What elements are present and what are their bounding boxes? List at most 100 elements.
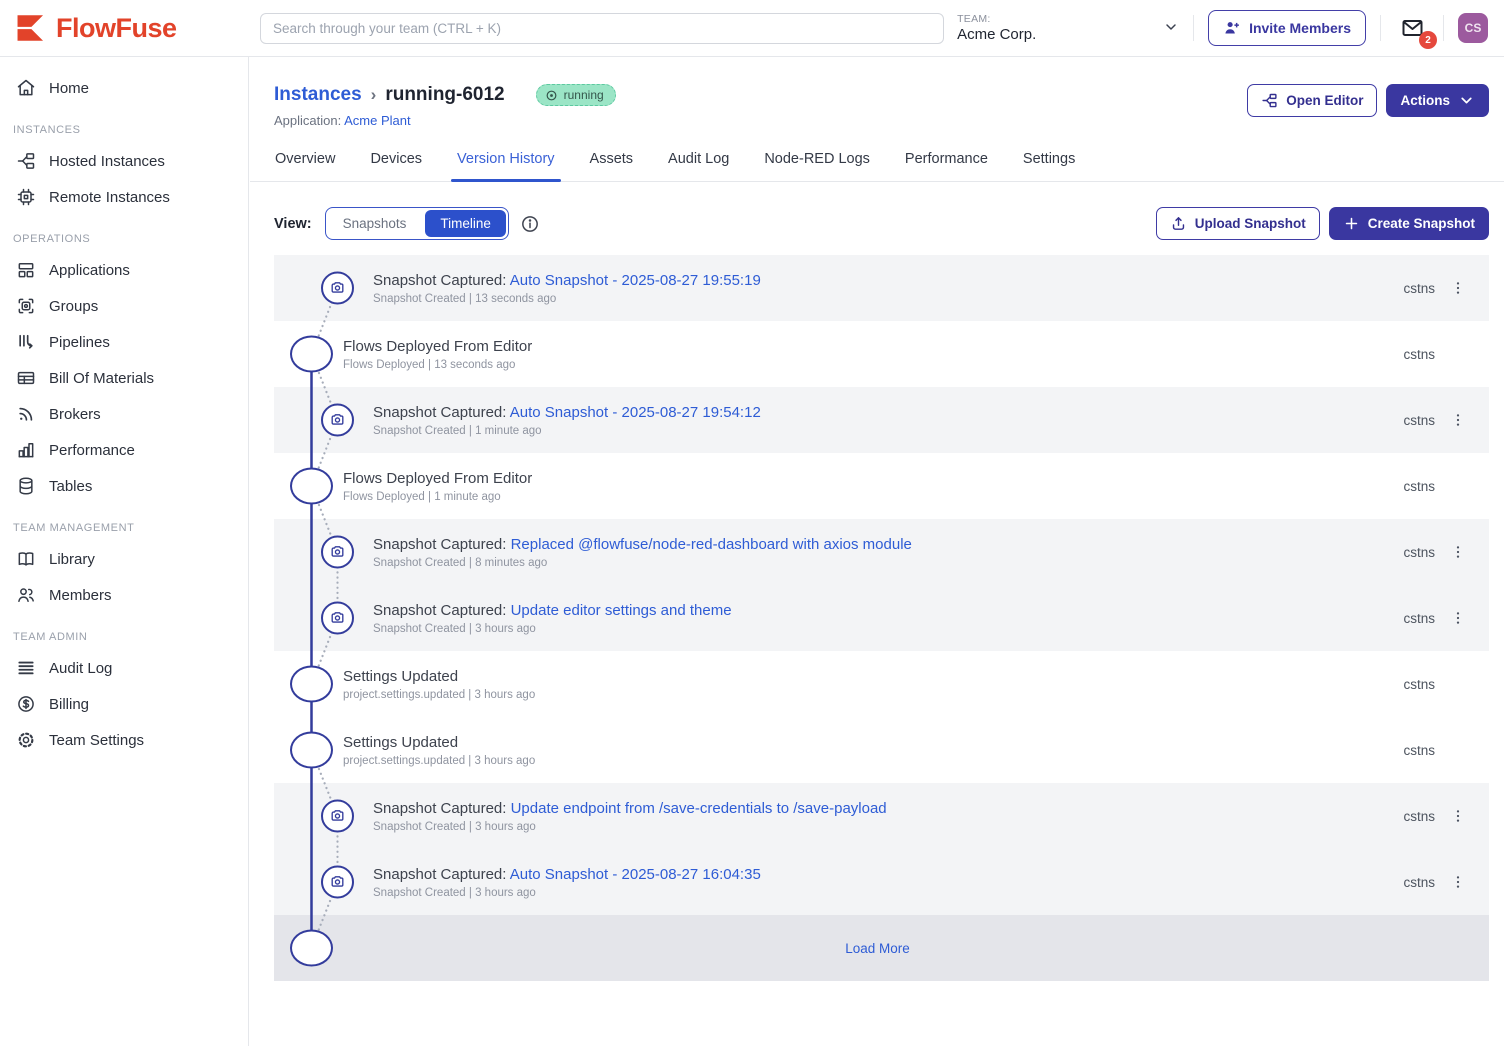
invite-members-button[interactable]: Invite Members	[1208, 10, 1366, 46]
sidebar-item-performance[interactable]: Performance	[0, 432, 248, 468]
sidebar-item-label: Home	[49, 80, 89, 97]
kebab-menu-icon[interactable]	[1435, 808, 1481, 824]
flowfuse-logo[interactable]: FlowFuse	[14, 11, 246, 45]
sidebar-item-team-settings[interactable]: Team Settings	[0, 722, 248, 758]
view-toggle: Snapshots Timeline	[325, 207, 509, 240]
timeline-row: Snapshot Captured: Auto Snapshot - 2025-…	[274, 255, 1489, 321]
kebab-menu-icon[interactable]	[1435, 874, 1481, 890]
team-selector[interactable]: TEAM: Acme Corp.	[957, 13, 1179, 43]
snapshot-link[interactable]: Update endpoint from /save-credentials t…	[511, 800, 887, 817]
sidebar-section-header: TEAM ADMIN	[0, 613, 248, 650]
notifications-button[interactable]: 2	[1395, 13, 1429, 43]
load-more-link[interactable]: Load More	[845, 941, 910, 956]
timeline-row: Snapshot Captured: Update endpoint from …	[274, 783, 1489, 849]
sidebar-item-label: Applications	[49, 262, 130, 279]
tab-overview[interactable]: Overview	[274, 149, 336, 181]
sidebar-item-label: Library	[49, 551, 95, 568]
timeline-table: Snapshot Captured: Auto Snapshot - 2025-…	[274, 255, 1489, 981]
tab-performance[interactable]: Performance	[904, 149, 989, 181]
team-name: Acme Corp.	[957, 26, 1036, 43]
sidebar-item-home[interactable]: Home	[0, 70, 248, 106]
sidebar-item-label: Hosted Instances	[49, 153, 165, 170]
tab-assets[interactable]: Assets	[589, 149, 635, 181]
upload-snapshot-button[interactable]: Upload Snapshot	[1156, 207, 1320, 240]
toggle-snapshots[interactable]: Snapshots	[328, 210, 422, 237]
notification-badge: 2	[1419, 31, 1437, 49]
snapshot-link[interactable]: Replaced @flowfuse/node-red-dashboard wi…	[511, 536, 912, 553]
timeline-row: Snapshot Captured: Update editor setting…	[274, 585, 1489, 651]
toggle-timeline[interactable]: Timeline	[425, 210, 506, 237]
event-meta: Snapshot Created | 1 minute ago	[373, 425, 761, 437]
brokers-icon	[16, 404, 36, 424]
sidebar-item-applications[interactable]: Applications	[0, 252, 248, 288]
sidebar-item-pipelines[interactable]: Pipelines	[0, 324, 248, 360]
running-status-icon	[545, 89, 558, 102]
sidebar-item-label: Billing	[49, 696, 89, 713]
event-user: cstns	[1403, 281, 1435, 296]
sidebar-item-billing[interactable]: Billing	[0, 686, 248, 722]
sidebar-item-label: Brokers	[49, 406, 101, 423]
billing-icon	[16, 694, 36, 714]
sidebar-item-label: Members	[49, 587, 112, 604]
performance-icon	[16, 440, 36, 460]
tab-settings[interactable]: Settings	[1022, 149, 1076, 181]
create-snapshot-button[interactable]: Create Snapshot	[1329, 207, 1489, 240]
snapshot-link[interactable]: Auto Snapshot - 2025-08-27 19:55:19	[510, 272, 761, 289]
event-title: Snapshot Captured:	[373, 536, 511, 553]
kebab-menu-icon[interactable]	[1435, 544, 1481, 560]
sidebar-item-brokers[interactable]: Brokers	[0, 396, 248, 432]
sidebar-item-bill-of-materials[interactable]: Bill Of Materials	[0, 360, 248, 396]
kebab-menu-icon[interactable]	[1435, 610, 1481, 626]
info-icon[interactable]	[520, 214, 540, 234]
plus-icon	[1343, 215, 1360, 232]
user-plus-icon	[1223, 19, 1241, 37]
top-bar: FlowFuse TEAM: Acme Corp. Invite Members	[0, 0, 1504, 57]
sidebar-item-label: Performance	[49, 442, 135, 459]
applications-icon	[16, 260, 36, 280]
event-user: cstns	[1403, 875, 1435, 890]
team-label: TEAM:	[957, 13, 1036, 25]
event-user: cstns	[1403, 677, 1435, 692]
tab-node-red-logs[interactable]: Node-RED Logs	[763, 149, 871, 181]
avatar[interactable]: CS	[1458, 13, 1488, 43]
tables-icon	[16, 476, 36, 496]
kebab-menu-icon[interactable]	[1435, 280, 1481, 296]
sidebar-item-library[interactable]: Library	[0, 541, 248, 577]
breadcrumb: Instances › running-6012 running	[274, 84, 616, 106]
tab-audit-log[interactable]: Audit Log	[667, 149, 730, 181]
sidebar-item-label: Audit Log	[49, 660, 112, 677]
create-snapshot-label: Create Snapshot	[1368, 216, 1475, 231]
snapshot-link[interactable]: Auto Snapshot - 2025-08-27 19:54:12	[510, 404, 761, 421]
event-meta: Snapshot Created | 8 minutes ago	[373, 557, 912, 569]
sidebar-item-hosted-instances[interactable]: Hosted Instances	[0, 143, 248, 179]
event-title: Snapshot Captured:	[373, 866, 510, 883]
event-meta: Snapshot Created | 3 hours ago	[373, 623, 732, 635]
library-icon	[16, 549, 36, 569]
sidebar-item-label: Team Settings	[49, 732, 144, 749]
snapshot-link[interactable]: Auto Snapshot - 2025-08-27 16:04:35	[510, 866, 761, 883]
event-user: cstns	[1403, 743, 1435, 758]
open-editor-button[interactable]: Open Editor	[1247, 84, 1377, 117]
actions-button[interactable]: Actions	[1386, 84, 1489, 117]
application-link[interactable]: Acme Plant	[344, 113, 410, 128]
event-title: Snapshot Captured:	[373, 800, 511, 817]
sidebar-item-audit-log[interactable]: Audit Log	[0, 650, 248, 686]
sidebar-item-tables[interactable]: Tables	[0, 468, 248, 504]
event-meta: project.settings.updated | 3 hours ago	[343, 755, 535, 767]
tab-devices[interactable]: Devices	[369, 149, 423, 181]
event-title: Snapshot Captured:	[373, 272, 510, 289]
snapshot-link[interactable]: Update editor settings and theme	[511, 602, 732, 619]
page-title: running-6012	[385, 84, 504, 106]
breadcrumb-instances-link[interactable]: Instances	[274, 84, 362, 106]
sidebar-item-groups[interactable]: Groups	[0, 288, 248, 324]
kebab-menu-icon[interactable]	[1435, 412, 1481, 428]
sidebar-item-remote-instances[interactable]: Remote Instances	[0, 179, 248, 215]
event-meta: Snapshot Created | 3 hours ago	[373, 887, 761, 899]
tab-version-history[interactable]: Version History	[456, 149, 556, 181]
timeline-row: Snapshot Captured: Auto Snapshot - 2025-…	[274, 849, 1489, 915]
search-input[interactable]	[260, 13, 944, 44]
home-icon	[16, 78, 36, 98]
sidebar-item-members[interactable]: Members	[0, 577, 248, 613]
members-icon	[16, 585, 36, 605]
view-label: View:	[274, 216, 312, 232]
